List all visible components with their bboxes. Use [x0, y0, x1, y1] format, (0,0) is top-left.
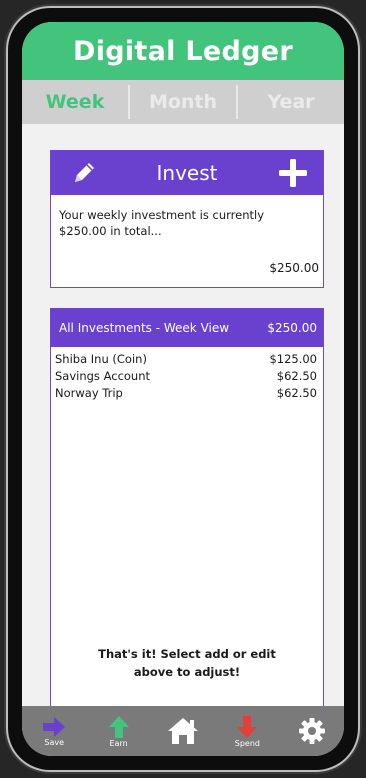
list-item[interactable]: Savings Account $62.50	[51, 368, 323, 385]
app-screen: Digital Ledger Week Month Year Invest Yo…	[22, 22, 344, 756]
settings-button[interactable]	[284, 706, 340, 756]
investments-header-label: All Investments - Week View	[59, 321, 230, 335]
list-item-name: Norway Trip	[55, 386, 123, 400]
app-title: Digital Ledger	[22, 22, 344, 80]
pencil-icon[interactable]	[69, 158, 99, 188]
arrow-up-icon	[108, 715, 129, 738]
gear-icon	[298, 718, 325, 744]
bottom-nav: Save Earn Spend	[22, 706, 344, 756]
list-item-amount: $62.50	[276, 386, 317, 400]
invest-title: Invest	[156, 161, 218, 185]
tab-week[interactable]: Week	[22, 85, 128, 119]
list-item[interactable]: Norway Trip $62.50	[51, 385, 323, 402]
home-button[interactable]	[155, 706, 211, 756]
investments-list-header: All Investments - Week View $250.00	[51, 309, 323, 347]
home-icon	[167, 718, 198, 744]
list-item-name: Savings Account	[55, 369, 151, 383]
invest-message: Your weekly investment is currently $250…	[59, 208, 265, 238]
arrow-down-icon	[237, 715, 258, 738]
earn-button[interactable]: Earn	[91, 706, 147, 756]
spend-button[interactable]: Spend	[219, 706, 275, 756]
tab-month[interactable]: Month	[128, 85, 236, 119]
invest-amount: $250.00	[269, 261, 319, 275]
tab-year[interactable]: Year	[236, 85, 344, 119]
list-item-amount: $125.00	[269, 352, 317, 366]
save-label: Save	[44, 737, 64, 747]
arrow-right-icon	[43, 716, 66, 737]
investments-rows: Shiba Inu (Coin) $125.00 Savings Account…	[51, 347, 323, 402]
plus-icon[interactable]	[277, 157, 309, 189]
invest-card: Invest Your weekly investment is current…	[50, 150, 324, 288]
save-button[interactable]: Save	[26, 706, 82, 756]
list-item[interactable]: Shiba Inu (Coin) $125.00	[51, 351, 323, 368]
period-tabs: Week Month Year	[22, 80, 344, 124]
list-item-name: Shiba Inu (Coin)	[55, 352, 147, 366]
phone-frame: Digital Ledger Week Month Year Invest Yo…	[8, 8, 358, 770]
invest-card-header: Invest	[51, 151, 323, 195]
list-item-amount: $62.50	[276, 369, 317, 383]
investments-header-total: $250.00	[267, 321, 317, 335]
investments-footer-note: That's it! Select add or edit above to a…	[98, 647, 276, 679]
earn-label: Earn	[109, 738, 128, 748]
investments-list-card: All Investments - Week View $250.00 Shib…	[50, 308, 324, 710]
spend-label: Spend	[234, 738, 260, 748]
